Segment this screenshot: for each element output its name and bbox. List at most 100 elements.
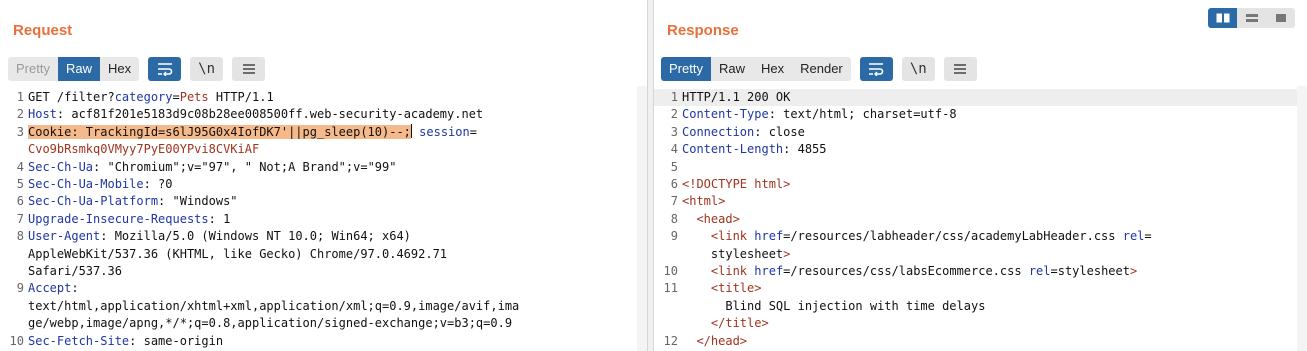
line-text: <head> [682, 211, 740, 228]
code-token: </title> [710, 316, 769, 331]
code-token: HTTP/1.1 200 OK [682, 90, 791, 104]
layout-toggle [1208, 8, 1295, 28]
code-token: ge/webp,image/apng,*/*;q=0.8,application… [28, 316, 513, 331]
layout-split-rows-button[interactable] [1237, 8, 1266, 28]
line-text: Accept: [28, 280, 79, 297]
response-newline-button[interactable]: \n [901, 57, 935, 81]
code-line: 6 Sec-Ch-Ua-Platform: "Windows" [0, 193, 647, 210]
line-text: text/html,application/xhtml+xml,applicat… [28, 298, 519, 315]
response-scrollbar[interactable] [1297, 86, 1307, 351]
code-line: 10 <link href=/resources/css/labsEcommer… [654, 263, 1307, 280]
newline-label: \n [909, 61, 927, 77]
wrap-icon [869, 63, 884, 76]
line-text: <title> [682, 280, 762, 297]
code-token: : close [754, 124, 805, 139]
line-number: 2 [16, 107, 24, 122]
code-token: Upgrade-Insecure-Requests [28, 211, 209, 226]
line-text: HTTP/1.1 200 OK [682, 89, 790, 106]
split-rows-icon [1245, 14, 1258, 22]
single-pane-icon [1275, 14, 1286, 22]
code-token: GET /filter? [28, 90, 115, 104]
code-token: User-Agent [28, 229, 101, 244]
code-token: : 4855 [783, 142, 827, 157]
code-token: = [469, 124, 477, 139]
code-token: Safari/537.36 [28, 264, 122, 279]
line-number: 4 [670, 142, 678, 157]
response-editor[interactable]: 1 HTTP/1.1 200 OK 2 Content-Type: text/html… [654, 89, 1307, 350]
code-line: text/html,application/xhtml+xml,applicat… [0, 298, 647, 315]
code-line: Safari/537.36 [0, 263, 647, 280]
code-line: </title> [654, 315, 1307, 332]
code-token: href [754, 264, 784, 279]
menu-icon [242, 64, 255, 74]
tab-pretty[interactable]: Pretty [661, 57, 711, 81]
code-token: <title> [710, 281, 762, 296]
code-line: 8 User-Agent: Mozilla/5.0 (Windows NT 10.… [0, 228, 647, 245]
request-wrap-button[interactable] [148, 57, 182, 81]
line-text: Content-Type: text/html; charset=utf-8 [682, 106, 957, 123]
code-token: > [1129, 264, 1138, 279]
code-token: : "Windows" [158, 194, 238, 209]
line-number [654, 298, 682, 315]
tab-hex[interactable]: Hex [100, 57, 139, 81]
code-line: 3 Cookie: TrackingId=s6lJ95G0x4IofDK7'||p… [0, 123, 647, 141]
line-text: <!DOCTYPE html> [682, 176, 790, 193]
line-number: 9 [670, 229, 678, 244]
code-token: Sec-Ch-Ua-Platform [28, 194, 159, 209]
code-token: Pets [179, 90, 209, 104]
request-editor[interactable]: 1 GET /filter?category=Pets HTTP/1.1 2 Host… [0, 89, 647, 350]
code-token: Accept [28, 281, 72, 296]
line-text: </title> [682, 315, 769, 332]
request-title: Request [13, 22, 73, 39]
tab-raw[interactable]: Raw [711, 57, 753, 81]
newline-label: \n [198, 61, 216, 77]
line-text: stylesheet> [682, 246, 791, 263]
request-scrollbar[interactable] [637, 86, 647, 351]
code-token: <link [710, 264, 755, 279]
code-line: 5 [654, 159, 1307, 176]
code-line: 12 </head> [654, 333, 1307, 350]
response-title: Response [667, 22, 739, 39]
line-number: 4 [16, 159, 24, 174]
tab-render[interactable]: Render [792, 57, 851, 81]
split-columns-icon [1216, 13, 1229, 23]
layout-split-columns-button[interactable] [1208, 8, 1237, 28]
code-line: 9 <link href=/resources/labheader/css/ac… [654, 228, 1307, 245]
request-menu-button[interactable] [232, 57, 266, 81]
line-text: Safari/537.36 [28, 263, 122, 280]
code-token: href [754, 229, 784, 244]
code-line: AppleWebKit/537.36 (KHTML, like Gecko) C… [0, 246, 647, 263]
code-token: : [71, 281, 79, 296]
tab-raw[interactable]: Raw [57, 57, 100, 81]
line-number [0, 315, 28, 332]
code-line: Blind SQL injection with time delays [654, 298, 1307, 315]
request-toolbar: Pretty Raw Hex \n [8, 57, 266, 81]
code-token: Sec-Ch-Ua-Mobile [28, 177, 144, 192]
line-number [0, 141, 28, 158]
layout-single-pane-button[interactable] [1266, 8, 1295, 28]
request-view-tabs: Pretty Raw Hex [8, 57, 140, 81]
line-text: Content-Length: 4855 [682, 141, 827, 158]
code-token: <link [710, 229, 755, 244]
line-text: User-Agent: Mozilla/5.0 (Windows NT 10.0… [28, 228, 411, 245]
code-token: <head> [696, 211, 740, 226]
code-token: text/html,application/xhtml+xml,applicat… [28, 298, 520, 313]
response-wrap-button[interactable] [859, 57, 893, 81]
tab-pretty[interactable]: Pretty [8, 57, 58, 81]
code-token: > [783, 246, 791, 261]
request-newline-button[interactable]: \n [190, 57, 224, 81]
line-number [0, 298, 28, 315]
code-line: ge/webp,image/apng,*/*;q=0.8,application… [0, 315, 647, 332]
response-toolbar: Pretty Raw Hex Render \n [661, 57, 977, 81]
line-number: 6 [16, 194, 24, 209]
tab-hex[interactable]: Hex [753, 57, 792, 81]
code-line: 4 Sec-Ch-Ua: "Chromium";v="97", " Not;A B… [0, 159, 647, 176]
line-number: 3 [16, 124, 24, 139]
code-line: 1 GET /filter?category=Pets HTTP/1.1 [0, 89, 647, 106]
response-menu-button[interactable] [943, 57, 977, 81]
code-line: stylesheet> [654, 246, 1307, 263]
line-number: 8 [16, 229, 24, 244]
